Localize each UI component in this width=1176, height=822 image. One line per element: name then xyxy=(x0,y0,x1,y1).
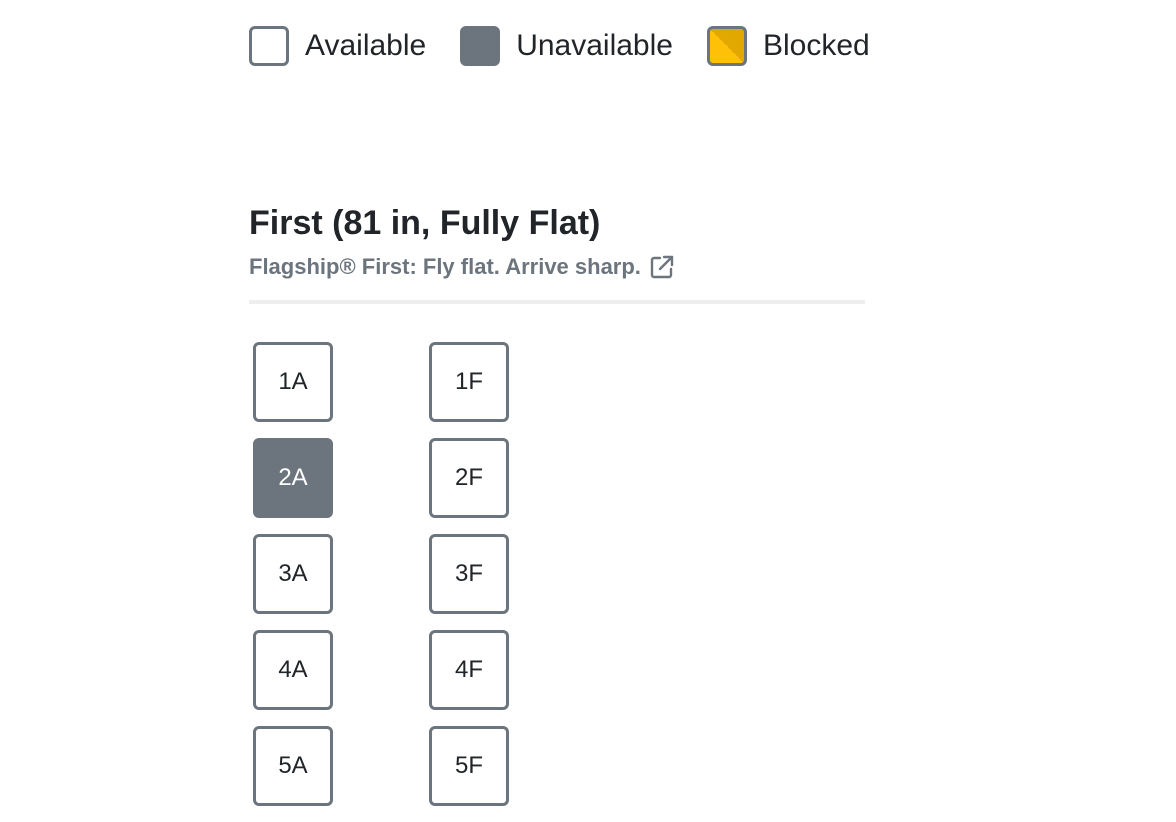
legend-label-available: Available xyxy=(305,29,427,62)
aisle xyxy=(333,342,429,422)
cabin-subtitle-link[interactable]: Flagship® First: Fly flat. Arrive sharp. xyxy=(249,254,675,280)
aisle xyxy=(333,630,429,710)
available-swatch xyxy=(249,26,289,66)
seat-5f[interactable]: 5F xyxy=(429,726,509,806)
blocked-swatch xyxy=(706,26,747,66)
legend-item-blocked: Blocked xyxy=(706,26,870,66)
aisle xyxy=(333,534,429,614)
cabin-divider xyxy=(249,300,865,304)
legend-label-unavailable: Unavailable xyxy=(516,29,673,62)
seat-row: 1A 1F xyxy=(253,342,509,422)
aisle xyxy=(333,726,429,806)
seat-5a[interactable]: 5A xyxy=(253,726,333,806)
seat-3f[interactable]: 3F xyxy=(429,534,509,614)
legend-label-blocked: Blocked xyxy=(762,29,870,62)
legend-item-available: Available xyxy=(249,26,426,66)
seat-legend: Available Unavailable Blocked xyxy=(249,26,904,66)
seat-map: 1A 1F 2A 2F 3A 3F 4A 4F 5A 5F xyxy=(253,342,509,822)
seat-row: 5A 5F xyxy=(253,726,509,806)
seat-2a: 2A xyxy=(253,438,333,518)
seat-2f[interactable]: 2F xyxy=(429,438,509,518)
cabin-title: First (81 in, Fully Flat) xyxy=(249,204,601,242)
cabin-subtitle-text: Flagship® First: Fly flat. Arrive sharp. xyxy=(249,254,641,279)
seat-row: 2A 2F xyxy=(253,438,509,518)
legend-item-unavailable: Unavailable xyxy=(460,26,673,66)
unavailable-swatch xyxy=(460,26,501,66)
seat-4f[interactable]: 4F xyxy=(429,630,509,710)
seat-3a[interactable]: 3A xyxy=(253,534,333,614)
aisle xyxy=(333,438,429,518)
seat-1f[interactable]: 1F xyxy=(429,342,509,422)
seat-1a[interactable]: 1A xyxy=(253,342,333,422)
external-link-icon[interactable] xyxy=(649,254,675,280)
seat-4a[interactable]: 4A xyxy=(253,630,333,710)
seat-row: 3A 3F xyxy=(253,534,509,614)
seat-row: 4A 4F xyxy=(253,630,509,710)
